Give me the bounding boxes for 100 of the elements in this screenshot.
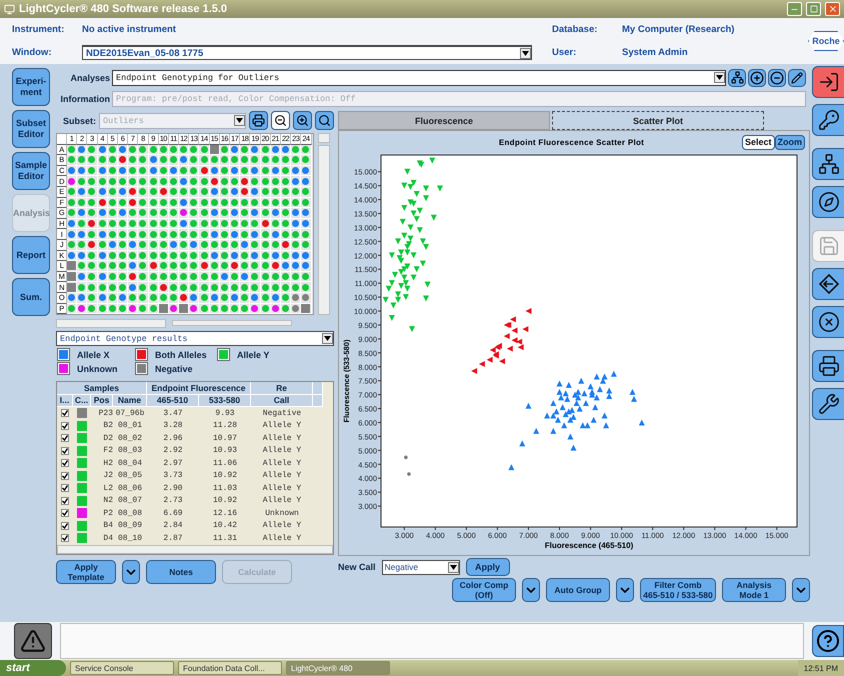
table-cell-text: Allele Y: [262, 420, 302, 432]
nav-button[interactable]: Experi- ment: [12, 68, 50, 106]
taskbar-button[interactable]: Foundation Data Coll...: [178, 661, 282, 675]
chart-tool-button[interactable]: Select: [742, 134, 774, 150]
instrument-label: Instrument:: [12, 24, 66, 35]
column-header[interactable]: 533-580: [199, 394, 251, 408]
action-button[interactable]: Apply Template: [56, 560, 116, 584]
table-cell-text: 08_07: [116, 495, 143, 508]
table-cell-text: 10.92: [212, 495, 238, 508]
table-cell-text: Allele Y: [262, 458, 302, 470]
table-cell-text: 3.47: [162, 408, 184, 420]
table-cell-text: 08_09: [116, 520, 143, 532]
table-cell-text: 3.73: [162, 470, 184, 482]
table-cell-text: Allele Y: [262, 445, 302, 458]
table-cell-text: P23: [98, 408, 113, 420]
column-header[interactable]: Call: [251, 394, 313, 408]
nav-button[interactable]: Report: [12, 236, 50, 274]
column-header[interactable]: Pos: [91, 394, 113, 408]
column-header[interactable]: C...: [73, 394, 91, 408]
legend-label: Allele X: [77, 350, 110, 360]
table-cell-text: 2.73: [162, 495, 184, 508]
table-cell-text: Allele Y: [262, 432, 302, 445]
taskbar-button[interactable]: LightCycler® 480: [286, 661, 390, 675]
legend-label: Both Alleles: [155, 350, 207, 360]
table-cell-text: 08_03: [116, 445, 143, 458]
user-label: User:: [552, 47, 578, 58]
table-cell-text: 08_02: [116, 432, 143, 445]
table-cell-text: 08_04: [116, 458, 143, 470]
table-cell-text: 2.87: [162, 532, 184, 545]
table-cell-text: 10.92: [212, 470, 238, 482]
new-call-select[interactable]: Negative: [382, 560, 460, 574]
x-axis-label: Fluorescence (465-510): [544, 541, 634, 550]
window-title: LightCycler® 480 Software release 1.5.0: [19, 3, 228, 15]
table-cell-text: 11.31: [212, 532, 238, 545]
table-cell-text: 11.28: [212, 420, 238, 432]
tab[interactable]: Fluorescence: [338, 111, 550, 130]
table-cell-text: B2: [102, 420, 113, 432]
table-cell-text: 10.97: [212, 432, 238, 445]
table-cell-text: Allele Y: [262, 495, 302, 508]
analyses-select[interactable]: Endpoint Genotyping for Outliers: [112, 70, 726, 86]
table-cell-text: F2: [102, 445, 113, 458]
table-cell-text: 6.69: [162, 508, 184, 520]
table-cell-text: Unknown: [264, 508, 300, 520]
table-cell-text: 08_08: [116, 508, 143, 520]
table-cell-text: 08_01: [116, 420, 143, 432]
table-cell-text: 07_96b: [114, 408, 146, 420]
legend-label: Unknown: [77, 364, 118, 374]
column-header[interactable]: 465-510: [147, 394, 199, 408]
table-cell-text: L2: [102, 482, 113, 495]
new-call-label: New Call: [338, 562, 376, 572]
table-cell-text: Allele Y: [262, 470, 302, 482]
option-button[interactable]: Filter Comb 465-510 / 533-580: [640, 578, 716, 602]
apply-button[interactable]: Apply: [466, 558, 510, 576]
table-cell-text: 11.03: [212, 482, 238, 495]
table-cell-text: B4: [102, 520, 113, 532]
table-cell-text: 12.16: [212, 508, 238, 520]
tab[interactable]: Scatter Plot: [552, 111, 764, 130]
chart-tool-button[interactable]: Zoom: [774, 134, 805, 150]
legend-label: Allele Y: [237, 350, 270, 360]
database-label: Database:: [552, 24, 598, 35]
option-button[interactable]: Color Comp (Off): [452, 578, 516, 602]
table-cell-text: 11.06: [212, 458, 238, 470]
nav-button[interactable]: Sample Editor: [12, 152, 50, 190]
taskbar-button[interactable]: Service Console: [70, 661, 174, 675]
start-button[interactable]: start: [0, 660, 66, 676]
table-cell-text: 10.93: [212, 445, 238, 458]
table-cell-text: 2.97: [162, 458, 184, 470]
table-cell-text: 2.96: [162, 432, 184, 445]
table-cell-text: D4: [102, 532, 113, 545]
information-field: Program: pre/post read, Color Compensation: Off: [112, 90, 806, 106]
table-cell-text: D2: [102, 432, 113, 445]
window-label: Window:: [12, 47, 52, 58]
option-button[interactable]: Analysis Mode 1: [722, 578, 786, 602]
option-button[interactable]: Auto Group: [546, 578, 610, 602]
nav-button[interactable]: Subset Editor: [12, 110, 50, 148]
table-cell-text: Allele Y: [262, 520, 302, 532]
results-select[interactable]: Endpoint Genotype results: [56, 331, 334, 346]
table-cell-text: H2: [102, 458, 113, 470]
nav-button[interactable]: Sum.: [12, 278, 50, 316]
group-header: Samples: [57, 382, 147, 395]
table-cell-text: 08_10: [116, 532, 143, 545]
column-header[interactable]: Name: [113, 394, 147, 408]
table-cell-text: 9.93: [214, 408, 236, 420]
table-cell-text: 3.28: [162, 420, 184, 432]
table-cell-text: 2.92: [162, 445, 184, 458]
group-header: Endpoint Fluorescence: [147, 382, 251, 395]
instrument-value: No active instrument: [82, 24, 177, 35]
legend-label: Negative: [155, 364, 193, 374]
table-cell-text: 10.42: [212, 520, 238, 532]
action-button[interactable]: Notes: [146, 560, 216, 584]
clock: 12:51 PM: [804, 664, 838, 672]
table-cell-text: Allele Y: [262, 482, 302, 495]
user-value: System Admin: [622, 47, 689, 58]
table-cell-text: J2: [102, 470, 113, 482]
window-select[interactable]: NDE2015Evan_05-08 1775: [82, 45, 532, 60]
table-cell-text: N2: [102, 495, 113, 508]
table-cell-text: 08_05: [116, 470, 143, 482]
logo: Roche: [808, 31, 844, 51]
column-header[interactable]: I...: [57, 394, 73, 408]
table-cell-text: 2.84: [162, 520, 184, 532]
